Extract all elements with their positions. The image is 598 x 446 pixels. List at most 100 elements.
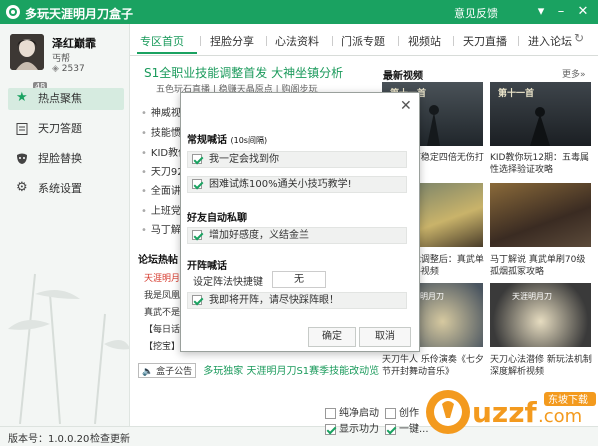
- title-bar: 多玩天涯明月刀盒子 意见反馈 ▾ – ✕: [0, 0, 598, 24]
- tab-mind-method[interactable]: 心法资料: [275, 33, 319, 49]
- checkbox[interactable]: [385, 423, 396, 435]
- check-update-link[interactable]: 检查更新: [90, 430, 130, 445]
- sidebar-item-hot[interactable]: ★ 热点聚焦: [8, 88, 124, 110]
- message-text: 我即将开阵，请尽快踩阵眼！: [209, 295, 339, 306]
- sidebar-item-label: 捏脸替换: [38, 152, 82, 165]
- sidebar-item-label: 天刀答题: [38, 122, 82, 135]
- app-title: 多玩天涯明月刀盒子: [25, 7, 134, 21]
- tab-home[interactable]: 专区首页: [140, 33, 184, 49]
- user-name: 泽红巅霏: [52, 37, 96, 50]
- list-item[interactable]: 神威视: [141, 104, 181, 119]
- face-mask-icon: [17, 153, 27, 164]
- checkbox-label: 创作: [399, 408, 419, 419]
- forum-item[interactable]: 【挖宝】: [144, 339, 180, 352]
- section-normal-shout-title: 常规喊话 (10s间隔): [187, 131, 267, 146]
- close-icon[interactable]: ✕: [574, 3, 592, 21]
- announcement-link[interactable]: 多玩独家 天涯明月刀S1赛季技能改动览: [203, 366, 379, 377]
- gear-icon: ⚙: [16, 180, 28, 195]
- section-formation-title: 开阵喊话: [187, 261, 227, 272]
- video-thumbnail-text: 天涯明月刀: [512, 292, 552, 301]
- checkbox[interactable]: [385, 407, 396, 419]
- section-note: (10s间隔): [230, 136, 268, 145]
- checkbox[interactable]: [325, 423, 336, 435]
- list-item[interactable]: 技能惯: [141, 124, 181, 139]
- minimize-icon[interactable]: –: [552, 3, 570, 21]
- message-text: 增加好感度，义结金兰: [209, 230, 309, 241]
- sidebar-item-label: 热点聚焦: [38, 92, 82, 105]
- video-caption[interactable]: KID教你玩12期：五毒属性选择验证攻略: [490, 152, 593, 176]
- forum-item[interactable]: 我是凤凰: [144, 288, 180, 301]
- shout-message-row[interactable]: 我一定会找到你: [187, 151, 407, 168]
- checkbox[interactable]: [192, 179, 202, 189]
- feedback-link[interactable]: 意见反馈: [454, 5, 498, 21]
- video-caption[interactable]: 天刀牛人 乐伶演奏《七夕节开封舞动音乐》: [382, 354, 485, 378]
- pure-launch-checkbox[interactable]: 纯净启动: [325, 404, 379, 419]
- tab-video[interactable]: 视频站: [408, 33, 441, 49]
- video-caption[interactable]: 天刀心法潜修 新玩法机制深度解析视频: [490, 354, 593, 378]
- sidebar-item-quiz[interactable]: 天刀答题: [8, 118, 124, 140]
- news-headline[interactable]: S1全职业技能调整首发 大神坐镇分析: [144, 64, 343, 81]
- forum-item[interactable]: 天涯明月: [144, 271, 180, 284]
- user-id-value: 2537: [61, 64, 85, 74]
- cancel-button[interactable]: 取消: [359, 327, 411, 347]
- skin-icon[interactable]: ▾: [532, 3, 550, 21]
- video-thumbnail-text: 第十一首: [498, 89, 535, 99]
- friend-message-row[interactable]: 增加好感度，义结金兰: [187, 227, 407, 244]
- section-title-text: 常规喊话: [187, 135, 227, 146]
- refresh-icon[interactable]: ↻: [574, 32, 586, 44]
- show-power-checkbox[interactable]: 显示功力: [325, 420, 379, 435]
- checkbox[interactable]: [325, 407, 336, 419]
- forum-item[interactable]: 【每日话: [144, 322, 180, 335]
- checkbox[interactable]: [192, 295, 202, 305]
- list-item[interactable]: 马丁解: [141, 221, 181, 236]
- ink-bamboo-decoration: [8, 273, 130, 424]
- active-tab-underline: [137, 52, 197, 54]
- shout-settings-dialog: ✕ 常规喊话 (10s间隔) 我一定会找到你 困难试炼100%通关小技巧教学! …: [180, 92, 420, 352]
- list-item[interactable]: 全面讲: [141, 182, 181, 197]
- message-text: 困难试炼100%通关小技巧教学!: [209, 179, 352, 190]
- sidebar-item-settings[interactable]: ⚙ 系统设置: [8, 178, 124, 200]
- top-tabs: 专区首页 捏脸分享 心法资料 门派专题 视频站 天刀直播 进入论坛: [130, 24, 598, 56]
- video-thumbnail[interactable]: 天涯明月刀: [490, 283, 591, 347]
- sidebar-item-label: 系统设置: [38, 182, 82, 195]
- sidebar-item-face[interactable]: 捏脸替换: [8, 148, 124, 170]
- create-checkbox[interactable]: 创作: [385, 404, 419, 419]
- app-logo-icon: [6, 5, 20, 19]
- video-caption[interactable]: 马丁解说 真武单刷70级孤烟孤冢攻略: [490, 254, 593, 278]
- sidebar: 48 泽红巅霏 丐帮 ◈ 2537 ★ 热点聚焦 天刀答题 捏脸替换 ⚙ 系统设…: [0, 24, 130, 426]
- tab-forum[interactable]: 进入论坛: [528, 33, 572, 49]
- section-friend-chat-title: 好友自动私聊: [187, 213, 247, 224]
- video-thumbnail[interactable]: 第十一首: [490, 82, 591, 146]
- announcement-tag-label: 盒子公告: [156, 367, 193, 377]
- tab-face-share[interactable]: 捏脸分享: [210, 33, 254, 49]
- checkbox[interactable]: [192, 230, 202, 240]
- checkbox-label: 纯净启动: [339, 408, 379, 419]
- videos-more-link[interactable]: 更多»: [562, 67, 586, 80]
- forum-title: 论坛热帖: [138, 255, 178, 266]
- tab-school[interactable]: 门派专题: [341, 33, 385, 49]
- tab-divider: [266, 36, 267, 46]
- quiz-icon: [16, 123, 28, 135]
- video-thumbnail[interactable]: [490, 183, 591, 247]
- tab-divider: [398, 36, 399, 46]
- dialog-close-icon[interactable]: ✕: [400, 99, 412, 113]
- svg-text:uzzf: uzzf: [472, 396, 538, 429]
- shout-message-row[interactable]: 困难试炼100%通关小技巧教学!: [187, 176, 407, 193]
- svg-text:.com: .com: [538, 406, 582, 427]
- ok-button[interactable]: 确定: [308, 327, 356, 347]
- tab-divider: [332, 36, 333, 46]
- message-text: 我一定会找到你: [209, 154, 279, 165]
- list-item[interactable]: 天刀92: [141, 163, 184, 178]
- formation-message-row[interactable]: 我即将开阵，请尽快踩阵眼！: [187, 292, 407, 309]
- version-label: 版本号：1.0.0.20: [8, 434, 90, 445]
- list-item[interactable]: 上班党: [141, 202, 181, 217]
- tab-live[interactable]: 天刀直播: [463, 33, 507, 49]
- checkbox[interactable]: [192, 154, 202, 164]
- star-icon: ★: [16, 90, 28, 105]
- avatar[interactable]: [10, 34, 44, 70]
- tab-divider: [200, 36, 201, 46]
- tab-divider: [518, 36, 519, 46]
- hotkey-label: 设定阵法快捷键: [193, 277, 263, 288]
- hotkey-input[interactable]: 无: [272, 271, 326, 288]
- forum-item[interactable]: 真武不是: [144, 305, 180, 318]
